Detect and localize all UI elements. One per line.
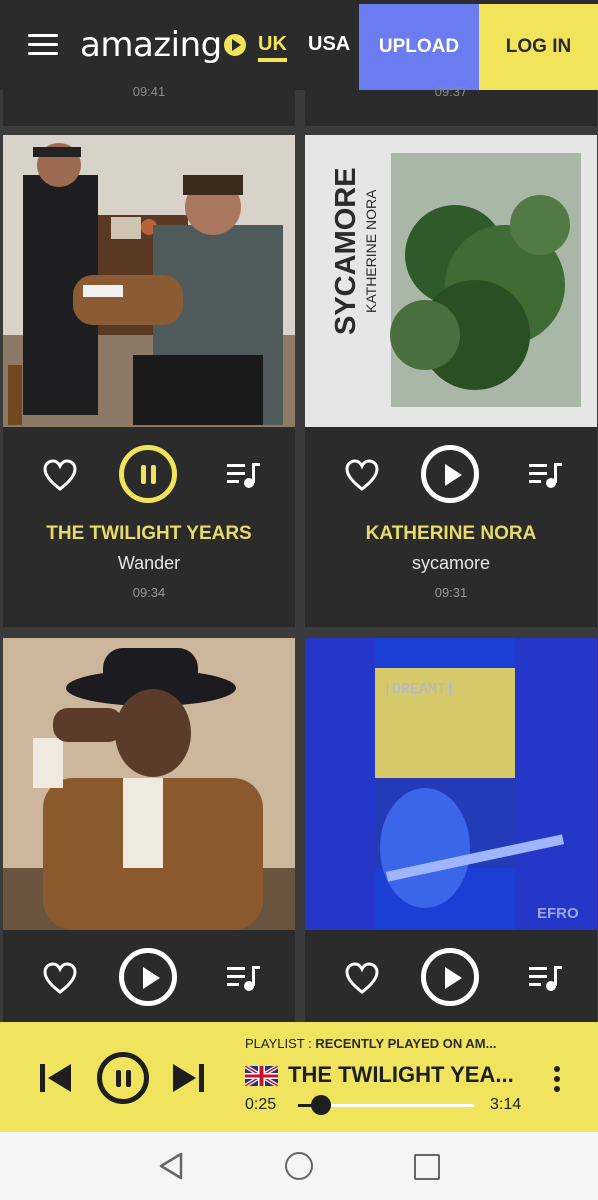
next-track-icon[interactable]	[172, 1062, 206, 1094]
art-title-text: |DREAMT|	[383, 681, 455, 698]
pause-icon	[141, 465, 157, 484]
more-options-icon[interactable]	[553, 1066, 561, 1092]
previous-track-icon[interactable]	[38, 1062, 72, 1094]
region-tab-usa[interactable]: USA	[308, 33, 350, 56]
play-icon	[143, 967, 160, 989]
previous-card-strip: 09:37	[305, 84, 597, 126]
region-tab-uk[interactable]: UK	[258, 33, 287, 62]
play-button[interactable]	[119, 948, 177, 1006]
menu-icon[interactable]	[28, 34, 58, 56]
uk-flag-icon	[245, 1066, 278, 1086]
album-art[interactable]: |DREAMT| EFRO	[305, 638, 597, 930]
like-heart-icon[interactable]	[345, 962, 379, 996]
upload-button[interactable]: UPLOAD	[359, 4, 479, 90]
now-playing-bar: PLAYLIST : RECENTLY PLAYED ON AM... THE …	[0, 1022, 598, 1132]
play-button[interactable]	[421, 948, 479, 1006]
track-card[interactable]: SYCAMORE KATHERINE NORA KATHERINE NORA s…	[305, 135, 597, 627]
add-to-queue-icon[interactable]	[227, 461, 261, 489]
card-controls	[305, 944, 597, 1014]
track-card[interactable]	[3, 638, 295, 1022]
album-art[interactable]: SYCAMORE KATHERINE NORA	[305, 135, 597, 427]
now-playing-title[interactable]: THE TWILIGHT YEA...	[288, 1062, 514, 1088]
home-icon[interactable]	[285, 1152, 313, 1180]
artist-name[interactable]: KATHERINE NORA	[305, 523, 597, 545]
card-time: 09:37	[434, 84, 468, 99]
duration: 3:14	[490, 1096, 522, 1113]
track-title[interactable]: Wander	[3, 553, 295, 574]
card-controls	[305, 441, 597, 511]
playlist-prefix: PLAYLIST :	[245, 1036, 312, 1051]
artist-name[interactable]: THE TWILIGHT YEARS	[3, 523, 295, 545]
add-to-queue-icon[interactable]	[529, 461, 563, 489]
player-pause-button[interactable]	[97, 1052, 149, 1104]
card-time: 09:31	[434, 585, 468, 600]
like-heart-icon[interactable]	[43, 459, 77, 493]
like-heart-icon[interactable]	[43, 962, 77, 996]
add-to-queue-icon[interactable]	[227, 964, 261, 992]
card-time: 09:34	[132, 585, 166, 600]
play-icon	[445, 464, 462, 486]
card-controls	[3, 441, 295, 511]
login-button[interactable]: LOG IN	[479, 4, 598, 90]
track-card[interactable]: |DREAMT| EFRO	[305, 638, 597, 1022]
back-icon[interactable]	[158, 1152, 184, 1180]
like-heart-icon[interactable]	[345, 459, 379, 493]
app-header: amazing UK USA UPLOAD LOG IN	[0, 0, 598, 90]
art-title-text: SYCAMORE	[330, 167, 362, 335]
system-navigation-bar	[0, 1132, 598, 1200]
art-corner-text: EFRO	[537, 905, 579, 922]
track-card[interactable]: THE TWILIGHT YEARS Wander 09:34	[3, 135, 295, 627]
play-button[interactable]	[421, 445, 479, 503]
logo-text: amazing	[80, 25, 222, 65]
current-time: 0:25	[245, 1096, 277, 1113]
playlist-name: RECENTLY PLAYED ON AM...	[315, 1036, 497, 1051]
progress-thumb[interactable]	[310, 1095, 331, 1115]
pause-button[interactable]	[119, 445, 177, 503]
album-art[interactable]	[3, 638, 295, 930]
recent-apps-icon[interactable]	[414, 1154, 440, 1180]
logo-play-icon	[223, 34, 246, 56]
playlist-label[interactable]: PLAYLIST : RECENTLY PLAYED ON AM...	[245, 1036, 496, 1051]
track-title[interactable]: sycamore	[305, 553, 597, 574]
card-controls	[3, 944, 295, 1014]
app-logo[interactable]: amazing	[80, 22, 246, 68]
add-to-queue-icon[interactable]	[529, 964, 563, 992]
previous-card-strip: 09:41	[3, 84, 295, 126]
art-artist-text: KATHERINE NORA	[363, 189, 379, 313]
album-art[interactable]	[3, 135, 295, 427]
card-time: 09:41	[132, 84, 166, 99]
play-icon	[445, 967, 462, 989]
